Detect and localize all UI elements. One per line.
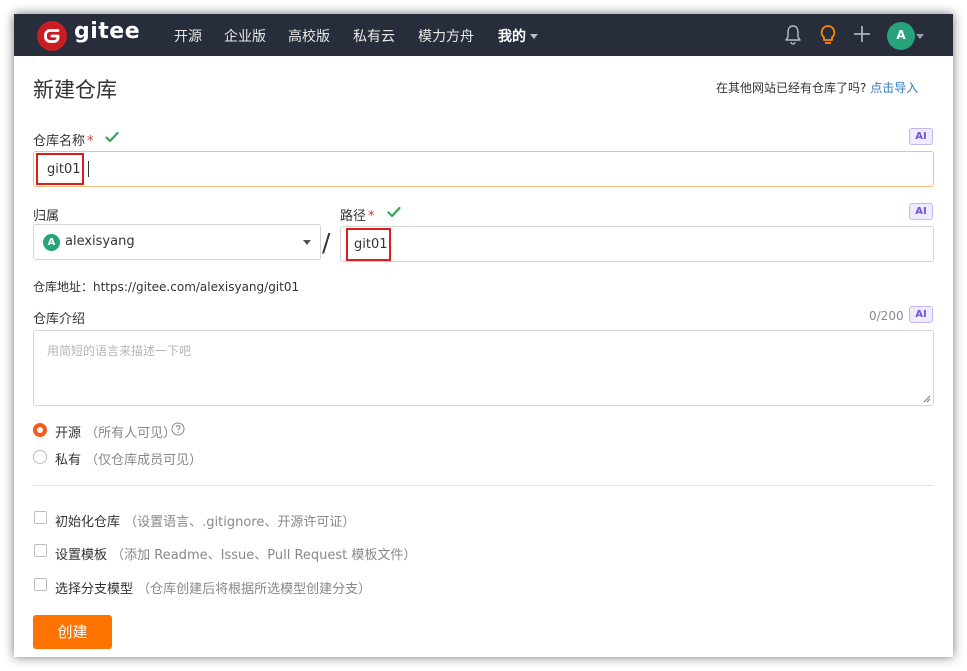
description-label: 仓库介绍 (33, 312, 86, 327)
radio-public-label[interactable]: 开源 （所有人可见） (55, 422, 176, 441)
description-placeholder: 用简短的语言来描述一下吧 (47, 344, 192, 358)
init-repo-hint: （设置语言、.gitignore、开源许可证） (124, 515, 356, 530)
branch-model-text: 选择分支模型 (55, 582, 134, 597)
plus-icon[interactable] (853, 25, 871, 43)
chevron-down-icon (530, 34, 538, 39)
browser-window: gitee 开源 企业版 高校版 私有云 模力方舟 我的 A 新建仓库 在其他网… (14, 14, 953, 657)
radio-public[interactable] (33, 423, 47, 437)
checkbox-branch-model-label[interactable]: 选择分支模型 （仓库创建后将根据所选模型创建分支） (55, 578, 371, 597)
resize-handle-icon[interactable] (923, 395, 931, 403)
required-mark: * (368, 209, 375, 224)
divider (33, 485, 934, 486)
nav-item-mine[interactable]: 我的 (498, 26, 526, 46)
repo-path-input[interactable]: git01 (340, 226, 934, 262)
import-prompt: 在其他网站已经有仓库了吗? 点击导入 (716, 79, 918, 96)
repo-name-label-text: 仓库名称 (33, 134, 86, 149)
nav-item-moli[interactable]: 模力方舟 (418, 26, 474, 46)
ai-badge[interactable]: AI (909, 203, 933, 220)
nav-item-education[interactable]: 高校版 (288, 26, 330, 46)
repo-url: 仓库地址：https://gitee.com/alexisyang/git01 (33, 280, 300, 294)
radio-private-hint: （仅仓库成员可见） (85, 453, 203, 468)
owner-select[interactable]: A alexisyang (33, 224, 321, 260)
init-repo-text: 初始化仓库 (55, 515, 121, 530)
radio-private[interactable] (33, 450, 47, 464)
checkbox-init-repo[interactable] (34, 511, 47, 524)
chevron-down-icon (916, 34, 924, 39)
template-text: 设置模板 (55, 548, 108, 563)
avatar-letter: A (896, 28, 906, 42)
import-prompt-text: 在其他网站已经有仓库了吗? (716, 81, 867, 95)
checkbox-branch-model[interactable] (34, 578, 47, 591)
description-counter: 0/200 (869, 309, 904, 323)
path-separator: / (322, 228, 331, 257)
gitee-logo-icon[interactable] (37, 21, 67, 51)
text-cursor (88, 161, 89, 177)
lightbulb-icon[interactable] (819, 24, 837, 46)
owner-value: alexisyang (65, 234, 135, 249)
import-link[interactable]: 点击导入 (870, 81, 918, 95)
repo-name-input[interactable]: git01 (33, 151, 934, 187)
chevron-down-icon (303, 240, 311, 245)
checkbox-init-repo-label[interactable]: 初始化仓库 （设置语言、.gitignore、开源许可证） (55, 511, 355, 530)
path-label-text: 路径 (340, 209, 367, 224)
ai-badge[interactable]: AI (909, 128, 933, 145)
nav-item-opensource[interactable]: 开源 (174, 26, 202, 46)
help-icon[interactable] (171, 422, 185, 436)
radio-private-text: 私有 (55, 453, 82, 468)
checkmark-icon (105, 131, 119, 143)
required-mark: * (87, 134, 94, 149)
avatar[interactable]: A (887, 22, 915, 50)
branch-model-hint: （仓库创建后将根据所选模型创建分支） (137, 582, 372, 597)
nav-item-enterprise[interactable]: 企业版 (224, 26, 266, 46)
owner-avatar: A (43, 234, 60, 251)
checkmark-icon (387, 206, 401, 218)
template-hint: （添加 Readme、Issue、Pull Request 模板文件） (111, 548, 417, 563)
description-textarea[interactable]: 用简短的语言来描述一下吧 (33, 330, 934, 406)
checkbox-template-label[interactable]: 设置模板 （添加 Readme、Issue、Pull Request 模板文件） (55, 544, 416, 563)
top-navbar: gitee 开源 企业版 高校版 私有云 模力方舟 我的 A (14, 14, 953, 56)
annotation-highlight (346, 228, 391, 261)
page-title: 新建仓库 (33, 78, 117, 102)
create-button[interactable]: 创建 (33, 615, 112, 649)
checkbox-template[interactable] (34, 544, 47, 557)
logo-text[interactable]: gitee (74, 19, 140, 44)
ai-badge[interactable]: AI (909, 306, 933, 323)
annotation-highlight (36, 153, 84, 185)
owner-label: 归属 (33, 209, 60, 224)
bell-icon[interactable] (784, 24, 802, 46)
radio-public-text: 开源 (55, 426, 82, 441)
radio-public-hint: （所有人可见） (85, 426, 177, 441)
nav-item-private-cloud[interactable]: 私有云 (353, 26, 395, 46)
path-label: 路径 * (340, 205, 375, 224)
radio-private-label[interactable]: 私有 （仅仓库成员可见） (55, 449, 202, 468)
repo-name-label: 仓库名称 * (33, 130, 94, 149)
